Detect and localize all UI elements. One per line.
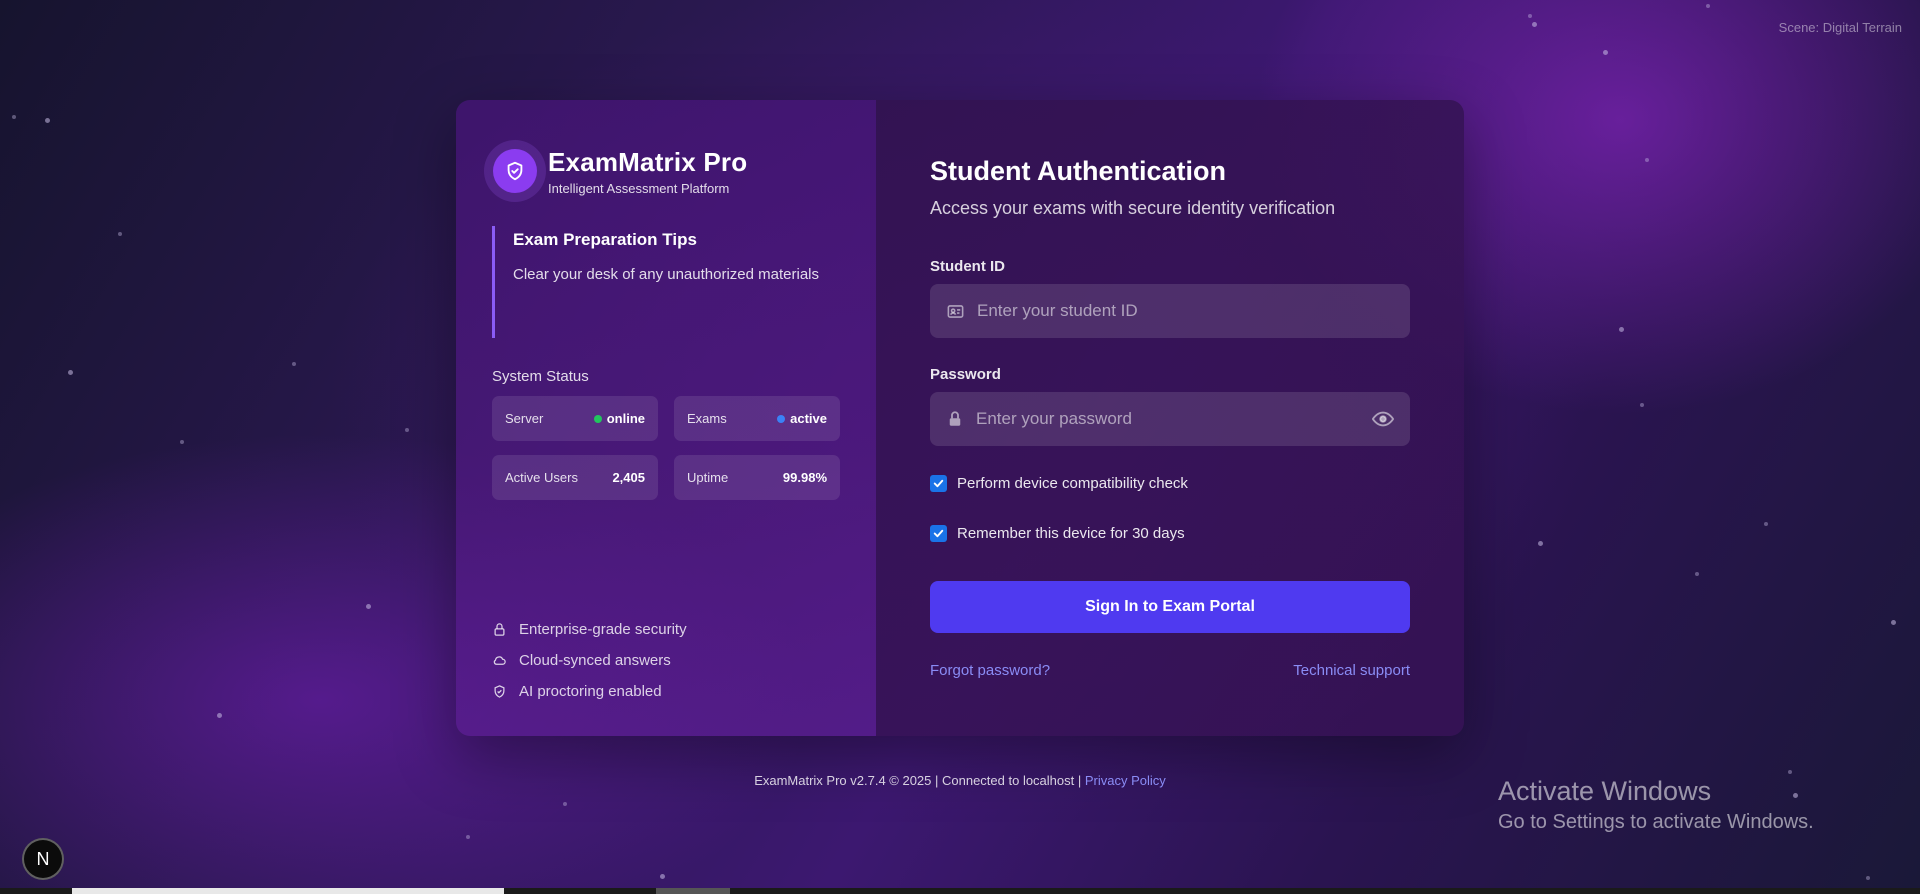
- taskbar-segment: [656, 888, 730, 894]
- info-panel: ExamMatrix Pro Intelligent Assessment Pl…: [456, 100, 876, 736]
- password-label: Password: [930, 366, 1001, 383]
- brand: ExamMatrix Pro Intelligent Assessment Pl…: [484, 140, 748, 202]
- activate-windows-subtitle: Go to Settings to activate Windows.: [1498, 811, 1814, 833]
- brand-subtitle: Intelligent Assessment Platform: [548, 180, 730, 196]
- status-uptime: Uptime 99.98%: [674, 455, 840, 500]
- shield-check-icon: [493, 149, 537, 193]
- eye-icon[interactable]: [1372, 408, 1394, 430]
- stat-label: Active Users: [505, 470, 578, 485]
- feature-list: Enterprise-grade security Cloud-synced a…: [492, 614, 687, 707]
- lock-icon: [494, 623, 505, 636]
- shield-check-icon: [494, 685, 505, 698]
- password-field-wrapper: [930, 392, 1410, 446]
- feature-label: Enterprise-grade security: [519, 621, 687, 638]
- stat-value: active: [790, 411, 827, 426]
- status-dot-icon: [593, 414, 602, 423]
- stat-value: 99.98%: [782, 470, 827, 485]
- status-exams: Exams active: [674, 396, 840, 441]
- remember-device-checkbox[interactable]: [930, 525, 947, 542]
- dev-tools-badge[interactable]: N: [22, 838, 64, 880]
- feature-label: AI proctoring enabled: [519, 683, 662, 700]
- stat-label: Uptime: [687, 470, 729, 485]
- taskbar-segment: [72, 888, 504, 894]
- stat-label: Exams: [687, 411, 727, 426]
- stat-value: 2,405: [612, 470, 645, 485]
- status-server: Server online: [492, 396, 658, 441]
- scene-label: Scene: Digital Terrain: [1778, 20, 1902, 35]
- feature-item: Enterprise-grade security: [492, 614, 687, 645]
- system-status-title: System Status: [492, 368, 589, 385]
- checkmark-icon: [933, 479, 944, 488]
- remember-device-option[interactable]: Remember this device for 30 days: [930, 525, 1185, 542]
- feature-item: AI proctoring enabled: [492, 676, 687, 707]
- system-status-grid: Server online Exams active Active Users …: [492, 396, 840, 500]
- auth-title: Student Authentication: [930, 156, 1226, 186]
- status-active-users: Active Users 2,405: [492, 455, 658, 500]
- student-id-field-wrapper: [930, 284, 1410, 338]
- password-input[interactable]: [976, 409, 1372, 429]
- feature-item: Cloud-synced answers: [492, 645, 687, 676]
- device-check-label: Perform device compatibility check: [957, 475, 1188, 492]
- device-check-checkbox[interactable]: [930, 475, 947, 492]
- student-id-input[interactable]: [977, 301, 1394, 321]
- cloud-icon: [493, 656, 506, 665]
- stat-label: Server: [505, 411, 544, 426]
- brand-title: ExamMatrix Pro: [548, 146, 748, 177]
- activate-windows-watermark: Activate Windows Go to Settings to activ…: [1498, 776, 1814, 834]
- logo-ring: [484, 140, 546, 202]
- lock-icon: [949, 411, 961, 426]
- checkmark-icon: [933, 529, 944, 538]
- stat-value: online: [606, 411, 645, 426]
- taskbar-strip: [0, 888, 1920, 894]
- feature-label: Cloud-synced answers: [519, 652, 671, 669]
- forgot-password-link[interactable]: Forgot password?: [930, 662, 1050, 679]
- login-card: ExamMatrix Pro Intelligent Assessment Pl…: [456, 100, 1464, 736]
- auth-panel: Student Authentication Access your exams…: [876, 100, 1464, 736]
- student-id-label: Student ID: [930, 258, 1005, 275]
- tips-body: Clear your desk of any unauthorized mate…: [513, 266, 819, 283]
- id-card-icon: [947, 304, 964, 318]
- technical-support-link[interactable]: Technical support: [1293, 662, 1410, 679]
- remember-device-label: Remember this device for 30 days: [957, 525, 1185, 542]
- footer-text: ExamMatrix Pro v2.7.4 © 2025 | Connected…: [754, 773, 1082, 788]
- privacy-policy-link[interactable]: Privacy Policy: [1085, 773, 1166, 788]
- device-check-option[interactable]: Perform device compatibility check: [930, 475, 1188, 492]
- exam-tips: Exam Preparation Tips Clear your desk of…: [492, 226, 842, 338]
- activate-windows-title: Activate Windows: [1498, 776, 1712, 806]
- sign-in-button[interactable]: Sign In to Exam Portal: [930, 581, 1410, 633]
- status-dot-icon: [777, 414, 786, 423]
- tips-title: Exam Preparation Tips: [513, 230, 697, 249]
- auth-subtitle: Access your exams with secure identity v…: [930, 198, 1336, 218]
